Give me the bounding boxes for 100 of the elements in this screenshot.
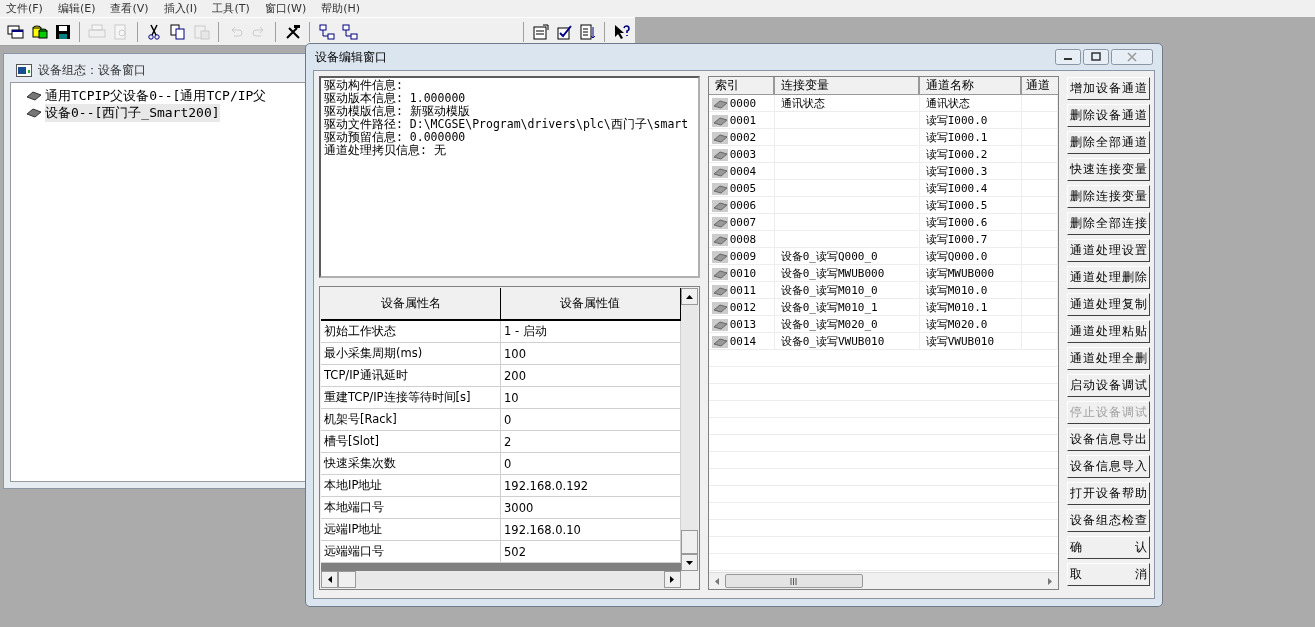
chip-icon [711, 284, 728, 297]
dialog-button[interactable]: 删除全部连接 [1066, 212, 1150, 235]
properties-icon[interactable] [532, 23, 549, 40]
table-cell: 读写I000.1 [925, 130, 988, 145]
table-cell: 远端端口号 [321, 541, 501, 562]
hammer-wrench-icon[interactable] [284, 23, 301, 40]
chip-icon [711, 267, 728, 280]
column-header[interactable]: 通道 [1021, 77, 1058, 94]
menu-item[interactable]: 工具(T) [212, 1, 250, 16]
table-cell: 读写I000.6 [925, 215, 988, 230]
table-cell: 设备0_读写MWUB000 [780, 266, 885, 281]
dialog-button[interactable]: 通道处理复制 [1066, 293, 1150, 316]
help-pointer-icon[interactable] [614, 23, 631, 40]
tree-item[interactable]: 通用TCPIP父设备0--[通用TCP/IP父 [45, 86, 267, 105]
dialog-button[interactable]: 通道处理粘贴 [1066, 320, 1150, 343]
table-cell: 0006 [729, 199, 757, 212]
scrollbar-thumb[interactable] [338, 571, 356, 588]
dialog-button[interactable]: 设备信息导入 [1066, 455, 1150, 478]
up-arrow-icon [685, 294, 693, 299]
table-cell: 最小采集周期(ms) [321, 343, 501, 364]
dialog-button[interactable]: 删除连接变量 [1066, 185, 1150, 208]
table-cell: 1 - 启动 [501, 321, 681, 342]
dialog-button[interactable]: 确 认 [1066, 536, 1150, 559]
info-line: 驱动构件信息: [324, 79, 404, 92]
left-arrow-icon [327, 576, 332, 583]
close-icon[interactable] [1111, 49, 1153, 65]
tree-icon[interactable] [342, 23, 359, 40]
table-cell: 0004 [729, 165, 757, 178]
tree-item[interactable]: 设备0--[西门子_Smart200] [45, 103, 220, 122]
table-cell: 0003 [729, 148, 757, 161]
table-cell: 读写I000.0 [925, 113, 988, 128]
dialog-button[interactable]: 通道处理删除 [1066, 266, 1150, 289]
dialog-button[interactable]: 增加设备通道 [1066, 77, 1150, 100]
menu-item[interactable]: 窗口(W) [264, 1, 307, 16]
chip-icon [711, 216, 728, 229]
copy-icon[interactable] [170, 23, 187, 40]
table-cell: 0013 [729, 318, 757, 331]
dialog-button[interactable]: 删除全部通道 [1066, 131, 1150, 154]
minimize-icon[interactable] [1055, 49, 1081, 65]
table-cell: 槽号[Slot] [321, 431, 501, 452]
dialog-button[interactable]: 设备信息导出 [1066, 428, 1150, 451]
checklist-icon[interactable] [556, 23, 573, 40]
dialog-button[interactable]: 打开设备帮助 [1066, 482, 1150, 505]
chip-icon [711, 318, 728, 331]
chip-icon [711, 97, 728, 110]
table-cell: 0005 [729, 182, 757, 195]
dialog-button[interactable]: 通道处理全删 [1066, 347, 1150, 370]
menu-item[interactable]: 文件(F) [6, 1, 43, 16]
table-cell: 读写I000.4 [925, 181, 988, 196]
save-icon[interactable] [55, 23, 72, 40]
down-arrow-icon [685, 560, 693, 565]
menu-item[interactable]: 插入(I) [163, 1, 198, 16]
table-cell: 通讯状态 [925, 96, 970, 111]
database-icon[interactable] [30, 23, 49, 40]
dialog-button[interactable]: 启动设备调试 [1066, 374, 1150, 397]
chip-icon [711, 199, 728, 212]
menu-item[interactable]: 查看(V) [110, 1, 149, 16]
sort-icon[interactable] [580, 23, 597, 40]
dialog-button[interactable]: 快速连接变量 [1066, 158, 1150, 181]
table-cell: 设备0_读写M010_1 [780, 300, 878, 315]
chip-icon [711, 165, 728, 178]
window-icon [16, 63, 32, 77]
table-cell: 10 [501, 387, 681, 408]
dialog-button[interactable]: 设备组态检查 [1066, 509, 1150, 532]
column-header[interactable]: 设备属性值 [501, 288, 681, 319]
table-cell: 重建TCP/IP连接等待时间[s] [321, 387, 501, 408]
chip-icon [711, 301, 728, 314]
table-cell: 0008 [729, 233, 757, 246]
table-cell: 读写Q000.0 [925, 249, 988, 264]
windows-icon[interactable] [6, 23, 25, 40]
right-arrow-icon [1047, 577, 1052, 585]
table-cell: 2 [501, 431, 681, 452]
table-cell: 读写M020.0 [925, 317, 988, 332]
menu-item[interactable]: 编辑(E) [57, 1, 96, 16]
menu-item[interactable]: 帮助(H) [321, 1, 361, 16]
info-line: 驱动版本信息: 1.000000 [324, 92, 467, 105]
dialog-button[interactable]: 通道处理设置 [1066, 239, 1150, 262]
dialog-title: 设备编辑窗口 [314, 48, 387, 66]
scrollbar-thumb[interactable] [724, 574, 863, 588]
table-cell: 读写M010.1 [925, 300, 988, 315]
chip-icon [711, 335, 728, 348]
dialog-button[interactable]: 取 消 [1066, 563, 1150, 586]
table-cell: 0012 [729, 301, 757, 314]
table-cell: 200 [501, 365, 681, 386]
table-cell: 机架号[Rack] [321, 409, 501, 430]
table-cell: 3000 [501, 497, 681, 518]
table-cell: 设备0_读写M020_0 [780, 317, 878, 332]
horizontal-scrollbar[interactable] [708, 572, 1058, 589]
info-line: 通道处理拷贝信息: 无 [324, 144, 447, 157]
table-cell: 0009 [729, 250, 757, 263]
column-header[interactable]: 设备属性名 [321, 288, 501, 319]
horizontal-scrollbar[interactable] [321, 571, 681, 588]
table-cell: 100 [501, 343, 681, 364]
info-line: 驱动预留信息: 0.000000 [324, 131, 466, 144]
maximize-icon[interactable] [1083, 49, 1109, 65]
dialog-button[interactable]: 删除设备通道 [1066, 104, 1150, 127]
table-cell: 快速采集次数 [321, 453, 501, 474]
tree-icon[interactable] [318, 23, 335, 40]
scissors-icon[interactable] [147, 23, 162, 40]
table-cell: 0001 [729, 114, 757, 127]
